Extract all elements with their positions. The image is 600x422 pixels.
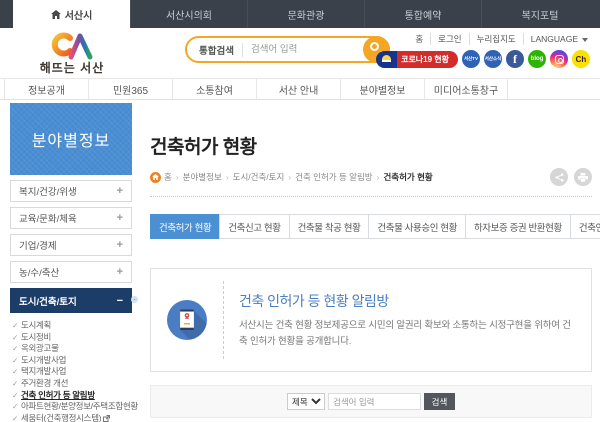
topbar-spacer	[0, 0, 13, 28]
sidebar-submenu: ✓도시계획 ✓도시정비 ✓옥외광고물 ✓도시개발사업 ✓택지개발사업 ✓주거환경…	[10, 320, 132, 422]
integrated-search-box: 통합검색	[185, 36, 390, 63]
global-nav: 정보공개 민원365 소통참여 서산 안내 분야별정보 미디어소통창구	[0, 78, 600, 100]
plus-icon: +	[117, 185, 123, 197]
site-tab-council[interactable]: 서산시의회	[130, 0, 247, 28]
page: 서산시 서산시의회 문화관광 통합예약 복지포털	[0, 0, 600, 422]
tab-defect-bond-return[interactable]: 하자보증 증권 반환현황	[465, 214, 571, 239]
header: 해뜨는 서산 통합검색 홈 로그인 누리집지도 LANGUAGE 코로나19 현…	[0, 28, 600, 78]
instagram-icon[interactable]	[550, 50, 568, 68]
link-language[interactable]: LANGUAGE	[524, 34, 588, 44]
utility-links: 홈 로그인 누리집지도 LANGUAGE	[408, 33, 588, 45]
submenu-apartment-info[interactable]: ✓아파트현황/분양정보/주택조합현황	[12, 401, 132, 413]
kakao-channel-icon[interactable]: Ch	[572, 50, 590, 68]
breadcrumb-field-info[interactable]: 분야별정보	[183, 171, 222, 183]
main-content: 건축허가 현황 홈 › 분야별정보 › 도시/건축/토지 › 건축 인허가 등 …	[150, 100, 592, 418]
breadcrumb-home[interactable]: 홈	[150, 171, 172, 183]
camera-icon	[555, 55, 564, 64]
tab-use-approval[interactable]: 건축물 사용승인 현황	[368, 214, 466, 239]
print-icon	[578, 173, 588, 182]
page-title: 건축허가 현황	[150, 132, 592, 159]
sidebar-item-welfare[interactable]: 복지/건강/위생 +	[10, 180, 132, 202]
facebook-icon[interactable]: f	[506, 50, 524, 68]
notice-text: 건축 인허가 등 현황 알림방 서산시는 건축 현황 정보제공으로 시민의 알권…	[239, 291, 591, 349]
breadcrumb: 홈 › 분야별정보 › 도시/건축/토지 › 건축 인허가 등 알림방 › 건축…	[150, 168, 592, 186]
sidebar-item-business[interactable]: 기업/경제 +	[10, 234, 132, 256]
document-badge-icon	[167, 294, 207, 346]
body: 분야별정보 복지/건강/위생 + 교육/문화/체육 + 기업/경제 + 농/수/…	[0, 100, 600, 422]
sidebar-item-city-building-land[interactable]: 도시/건축/토지 −	[10, 288, 132, 313]
breadcrumb-current: 건축허가 현황	[383, 171, 432, 183]
tab-bar: 건축허가 현황 건축신고 현황 건축물 착공 현황 건축물 사용승인 현황 하자…	[150, 214, 592, 239]
gnb-item-communication[interactable]: 소통참여	[172, 79, 256, 99]
plus-icon: +	[117, 212, 123, 224]
tab-major-supplements[interactable]: 건축인허가 주요 보완사항	[570, 214, 600, 239]
submenu-urban-renewal[interactable]: ✓도시정비	[12, 332, 132, 344]
seosan-news-icon[interactable]: 서산소식	[484, 50, 502, 68]
top-site-bar: 서산시 서산시의회 문화관광 통합예약 복지포털	[0, 0, 600, 28]
active-marker-dot	[131, 296, 138, 303]
sidebar-title: 분야별정보	[10, 103, 132, 175]
corona-badge[interactable]: 코로나19 현황	[376, 51, 458, 68]
submenu-building-permit-board[interactable]: ✓건축 인허가 등 알림방	[12, 390, 132, 402]
logo-icon	[49, 29, 95, 61]
print-button[interactable]	[574, 168, 592, 186]
sidebar-item-education[interactable]: 교육/문화/체육 +	[10, 207, 132, 229]
minus-icon: −	[117, 295, 123, 307]
plus-icon: +	[117, 266, 123, 278]
link-sitemap[interactable]: 누리집지도	[470, 33, 524, 45]
submenu-seumter[interactable]: ✓세움터(건축행정시스템)	[12, 413, 132, 422]
share-button[interactable]	[550, 168, 568, 186]
site-tab-reservation[interactable]: 통합예약	[364, 0, 481, 28]
chevron-down-icon	[582, 38, 588, 42]
submenu-urban-development[interactable]: ✓도시개발사업	[12, 355, 132, 367]
submenu-housing-site[interactable]: ✓택지개발사업	[12, 366, 132, 378]
home-icon	[51, 10, 61, 19]
search-field-select[interactable]: 제목	[287, 393, 325, 410]
site-tab-culture[interactable]: 문화관광	[247, 0, 364, 28]
board-search-bar: 제목 검색	[150, 385, 592, 418]
submenu-residential-improvement[interactable]: ✓주거환경 개선	[12, 378, 132, 390]
plus-icon: +	[117, 239, 123, 251]
board-search-input[interactable]	[328, 393, 421, 410]
site-tab-welfare[interactable]: 복지포털	[481, 0, 598, 28]
tab-construction-start[interactable]: 건축물 착공 현황	[289, 214, 370, 239]
breadcrumb-permit-board[interactable]: 건축 인허가 등 알림방	[295, 171, 372, 183]
tab-building-permit[interactable]: 건축허가 현황	[150, 214, 220, 239]
submenu-outdoor-ads[interactable]: ✓옥외광고물	[12, 343, 132, 355]
site-tab-label: 서산시	[65, 7, 93, 22]
sidebar: 분야별정보 복지/건강/위생 + 교육/문화/체육 + 기업/경제 + 농/수/…	[10, 100, 132, 422]
seosan-tv-icon[interactable]: 서산TV	[462, 50, 480, 68]
dashed-divider	[223, 281, 224, 359]
site-tab-seosan[interactable]: 서산시	[13, 0, 130, 28]
external-link-icon	[103, 415, 110, 422]
gnb-item-minwon365[interactable]: 민원365	[88, 79, 172, 99]
gnb-item-media[interactable]: 미디어소통창구	[424, 79, 508, 99]
page-function-buttons	[550, 168, 592, 186]
dotted-divider	[150, 196, 592, 197]
link-home[interactable]: 홈	[408, 33, 431, 45]
breadcrumb-city-building-land[interactable]: 도시/건축/토지	[233, 171, 285, 183]
share-icon	[555, 173, 564, 182]
link-login[interactable]: 로그인	[431, 33, 469, 45]
naver-blog-icon[interactable]: blog	[528, 50, 546, 68]
notice-description: 서산시는 건축 현황 정보제공으로 시민의 알권리 확보와 소통하는 시정구현을…	[239, 318, 591, 349]
submenu-city-planning[interactable]: ✓도시계획	[12, 320, 132, 332]
tab-building-report[interactable]: 건축신고 현황	[219, 214, 289, 239]
sidebar-item-agriculture[interactable]: 농/수/축산 +	[10, 261, 132, 283]
gnb-item-field-info[interactable]: 분야별정보	[340, 79, 424, 99]
notice-title: 건축 인허가 등 현황 알림방	[239, 291, 591, 311]
board-search-button[interactable]: 검색	[424, 393, 455, 410]
notice-box: 건축 인허가 등 현황 알림방 서산시는 건축 현황 정보제공으로 시민의 알권…	[150, 268, 592, 372]
home-icon	[150, 172, 161, 183]
sns-row: 코로나19 현황 서산TV 서산소식 f blog Ch	[376, 50, 590, 68]
site-logo[interactable]: 해뜨는 서산	[16, 28, 128, 76]
search-label: 통합검색	[199, 43, 243, 57]
gnb-item-info-disclosure[interactable]: 정보공개	[4, 79, 88, 99]
siren-icon	[382, 55, 391, 62]
logo-text: 해뜨는 서산	[16, 59, 128, 76]
gnb-item-seosan-guide[interactable]: 서산 안내	[256, 79, 340, 99]
